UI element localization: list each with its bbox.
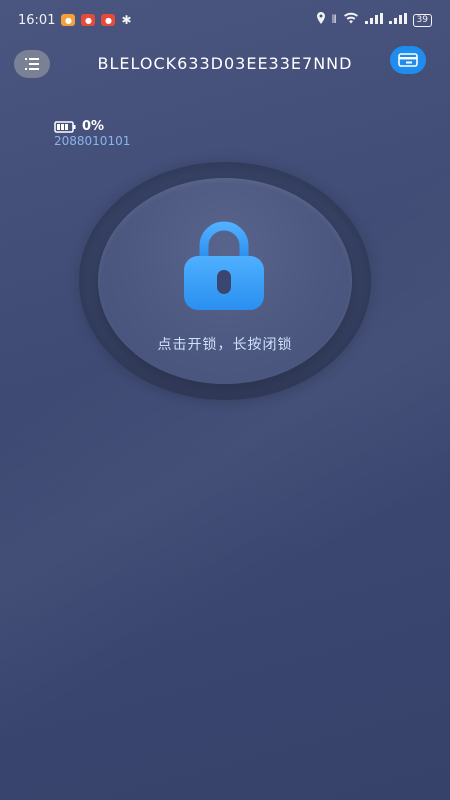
menu-button[interactable] [14,50,50,78]
signal-icon [364,12,383,28]
battery-percent: 0% [82,119,105,134]
status-bar: 16:01 ● ● ● ✱ ⫴ 39 [0,8,450,32]
signal-icon-2 [388,12,407,28]
lock-icon [184,221,264,310]
status-left: 16:01 ● ● ● ✱ [18,13,132,28]
battery-icon [54,120,76,133]
location-icon [316,12,326,28]
menu-icon [25,58,39,70]
bluetooth-icon: ✱ [121,13,132,27]
card-icon [398,53,418,67]
wifi-icon [343,12,359,28]
device-battery: 0% [54,119,104,134]
card-button[interactable] [390,46,426,74]
app-notification-icon-3: ● [101,14,116,26]
vibrate-icon: ⫴ [331,13,337,26]
app-notification-icon: ● [61,14,76,26]
status-battery-icon: 39 [412,13,432,27]
status-time: 16:01 [18,12,56,28]
header: BLELOCK633D03EE33E7NND [0,46,450,82]
page-title: BLELOCK633D03EE33E7NND [97,54,353,73]
status-right: ⫴ 39 [316,12,432,28]
app-notification-icon-2: ● [81,14,96,26]
lock-hint: 点击开锁，长按闭锁 [157,337,293,353]
device-id: 2088010101 [54,134,131,148]
